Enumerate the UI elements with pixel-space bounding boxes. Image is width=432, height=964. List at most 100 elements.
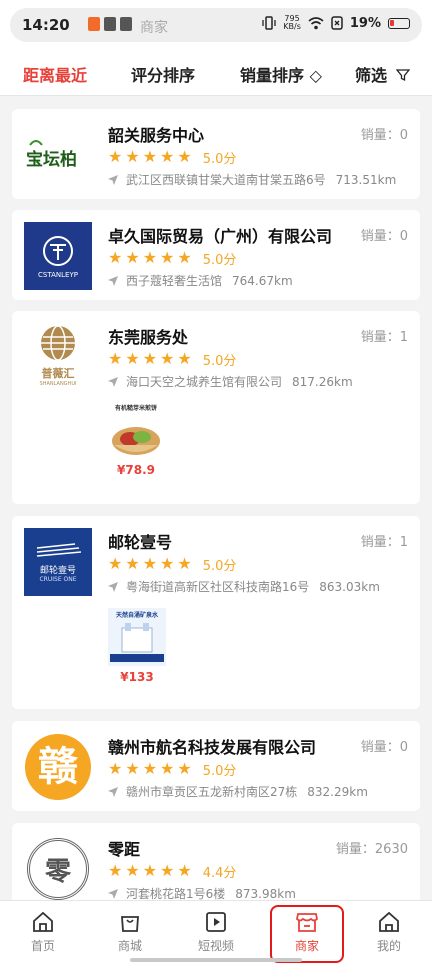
distance: 832.29km [307, 784, 368, 799]
bottom-nav: 首页 商城 短视频 商家 我的 [0, 900, 432, 964]
store-name: 韶关服务中心 [108, 126, 205, 145]
rating-score: 5.0分 [202, 151, 237, 167]
store-card[interactable]: 宝坛柏 韶关服务中心 销量：0 ★ ★ ★ ★ ★ 5.0分 武江区西联镇甘棠大道南甘棠… [12, 109, 420, 199]
star-icon: ★ [142, 759, 158, 778]
nav-home-label: 首页 [30, 939, 55, 953]
rating-stars: ★ ★ ★ ★ ★ 5.0分 [108, 349, 236, 369]
store-sales: 销量：1 [360, 330, 408, 345]
product-image: 有机糙芽米煎饼 [108, 403, 164, 459]
distance: 863.03km [319, 579, 380, 594]
store-logo-graphic [36, 542, 81, 557]
store-sales: 销量：0 [360, 128, 408, 143]
nav-short-video[interactable]: 短视频 [186, 911, 246, 954]
star-icon: ★ [125, 861, 140, 880]
home-outline-icon [379, 911, 399, 932]
location-arrow-icon [108, 581, 118, 592]
logo-subtext: CRUISE ONE [39, 575, 77, 583]
filter-tab[interactable]: 筛选 [355, 62, 410, 86]
vibrate-icon [262, 16, 276, 30]
sim-card-icon [331, 16, 343, 30]
address-text: 西子蔻轻奢生活馆 [126, 274, 223, 288]
store-sales: 销量：0 [360, 229, 408, 244]
sort-rating-tab[interactable]: 评分排序 [131, 62, 195, 86]
distance: 873.98km [235, 886, 296, 901]
star-icon: ★ [108, 147, 123, 166]
play-video-icon [206, 912, 226, 932]
net-speed: 795 KB/s [283, 14, 301, 31]
status-ghost-title: 商家 [140, 20, 168, 36]
star-icon: ★ [125, 248, 140, 267]
nav-home[interactable]: 首页 [13, 911, 73, 954]
store-card[interactable]: 邮轮壹号 CRUISE ONE 邮轮壹号 销量：1 ★ ★ ★ ★ ★ 5.0分 粤海街… [12, 516, 420, 709]
status-time: 14:20 [22, 16, 70, 34]
rating-stars: ★ ★ ★ ★ ★ 5.0分 [108, 147, 236, 167]
star-icon: ★ [160, 248, 175, 267]
star-icon: ★ [177, 861, 192, 880]
gesture-bar [130, 958, 302, 962]
store-name: 邮轮壹号 [108, 533, 173, 552]
rating-score: 4.4分 [202, 865, 237, 881]
battery-icon [388, 17, 410, 29]
store-name: 零距 [108, 840, 141, 859]
logo-text: 赣 [38, 744, 78, 790]
star-icon: ★ [142, 349, 158, 368]
logo-text: CSTANLEYP [38, 270, 78, 279]
star-icon: ★ [108, 759, 123, 778]
star-icon: ★ [160, 554, 175, 573]
nav-mall-label: 商城 [117, 939, 142, 953]
store-card[interactable]: 普薇汇 SHANLANGHUI 东莞服务处 销量：1 ★ ★ ★ ★ ★ 5.0分 海口… [12, 311, 420, 504]
store-logo-badge: 赣 [25, 734, 91, 800]
star-icon: ★ [142, 248, 158, 267]
star-icon: ★ [142, 147, 158, 166]
store-logo-graphic [43, 235, 73, 266]
store-address: 海口天空之城养生馆有限公司 817.26km [108, 373, 353, 390]
logo-text: 普薇汇 [41, 367, 75, 380]
status-bar: 14:20 商家 795 KB/s 19% [0, 0, 432, 50]
store-name: 东莞服务处 [108, 328, 189, 347]
store-sales: 销量：1 [360, 535, 408, 550]
location-arrow-icon [108, 376, 118, 387]
store-logo: 普薇汇 SHANLANGHUI [24, 323, 92, 391]
star-icon: ★ [125, 349, 140, 368]
star-icon: ★ [108, 861, 123, 880]
nav-profile-label: 我的 [376, 939, 401, 953]
star-icon: ★ [160, 147, 175, 166]
store-logo: CSTANLEYP [24, 222, 92, 290]
address-text: 粤海街道高新区社区科技南路16号 [126, 580, 310, 594]
sort-distance-tab[interactable]: 距离最近 [23, 62, 87, 86]
sort-sales-tab[interactable]: 销量排序 ◇ [240, 62, 322, 86]
store-card[interactable]: 赣 赣州市航名科技发展有限公司 销量：0 ★ ★ ★ ★ ★ 5.0分 赣州市章贡区五龙… [12, 721, 420, 811]
store-address: 赣州市章贡区五龙新村南区27栋 832.29km [108, 783, 368, 800]
nav-profile[interactable]: 我的 [359, 911, 419, 954]
filter-label: 筛选 [355, 66, 388, 85]
wifi-icon [308, 16, 324, 29]
product-price: ¥78.9 [117, 463, 155, 477]
svg-text:宝坛柏: 宝坛柏 [26, 149, 77, 170]
rating-score: 5.0分 [202, 763, 237, 779]
location-arrow-icon [108, 174, 118, 185]
store-name: 赣州市航名科技发展有限公司 [108, 738, 317, 757]
logo-text: 邮轮壹号 [39, 565, 76, 576]
status-right: 795 KB/s 19% [262, 15, 410, 31]
store-sales: 销量：0 [360, 740, 408, 755]
nav-mall[interactable]: 商城 [100, 911, 160, 954]
store-logo-seal: 零 [27, 838, 89, 900]
store-logo-graphic [41, 325, 75, 361]
nav-short-video-label: 短视频 [197, 939, 234, 953]
star-icon: ★ [125, 554, 140, 573]
address-text: 赣州市章贡区五龙新村南区27栋 [126, 785, 298, 799]
store-address: 西子蔻轻奢生活馆 764.67km [108, 272, 293, 289]
rating-score: 5.0分 [202, 353, 237, 369]
product-thumbnail[interactable]: 有机糙芽米煎饼 ¥78.9 [108, 403, 168, 477]
store-card[interactable]: CSTANLEYP 卓久国际贸易（广州）有限公司 销量：0 ★ ★ ★ ★ ★ 5.0分… [12, 210, 420, 300]
star-icon: ★ [177, 554, 192, 573]
store-card[interactable]: 零 零距 销量：2630 ★ ★ ★ ★ ★ 4.4分 河套桃花路1号6楼 873.98… [12, 823, 420, 903]
store-logo: 赣 [24, 733, 92, 801]
logo-text: 零 [44, 856, 71, 887]
home-icon [33, 911, 53, 932]
location-arrow-icon [108, 888, 118, 899]
star-icon: ★ [177, 349, 192, 368]
product-thumbnail[interactable]: 天然自涌矿泉水 ¥133 [108, 608, 168, 684]
logo-subtext: SHANLANGHUI [39, 381, 77, 387]
store-logo: 宝坛柏 [24, 121, 92, 189]
